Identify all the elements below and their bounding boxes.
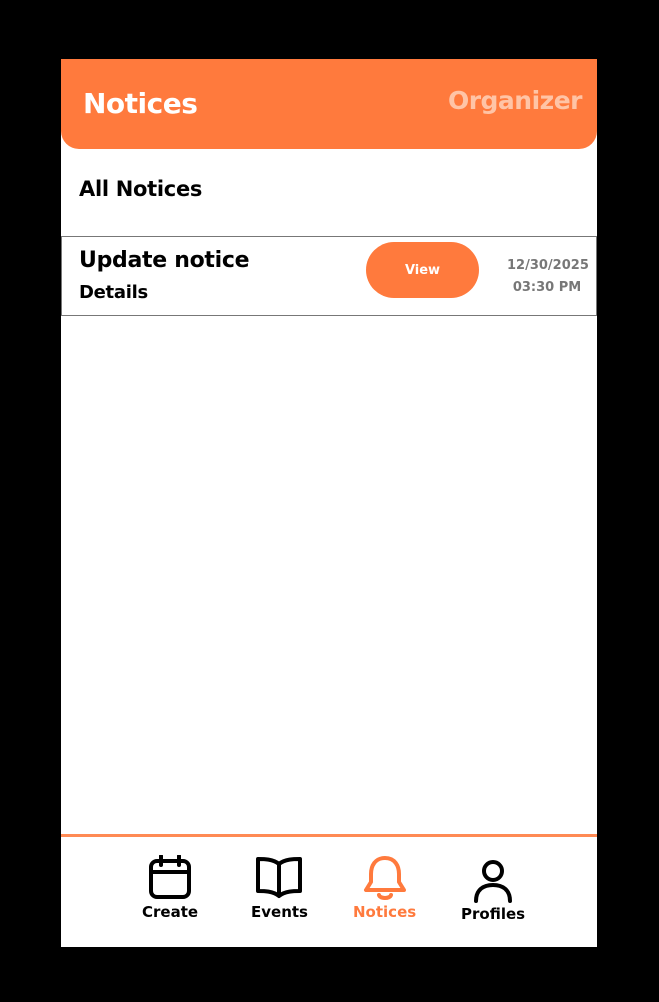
notice-title: Update notice	[79, 248, 250, 273]
section-title: All Notices	[79, 177, 203, 201]
book-icon	[256, 857, 303, 898]
notice-date: 12/30/2025	[507, 258, 589, 273]
calendar-icon	[149, 855, 192, 899]
role-label: Organizer	[447, 86, 583, 115]
nav-label-profiles: Profiles	[461, 905, 526, 923]
nav-divider	[61, 834, 597, 837]
nav-label-notices: Notices	[353, 903, 417, 921]
notice-card[interactable]: Update notice Details View 12/30/2025 03…	[61, 236, 597, 316]
bell-icon	[363, 856, 406, 900]
nav-item-events[interactable]: Events	[251, 855, 308, 921]
view-button[interactable]: View	[366, 242, 479, 298]
page-title: Notices	[83, 87, 198, 120]
nav-item-notices[interactable]: Notices	[353, 855, 416, 921]
app-screen: Notices Organizer All Notices Update not…	[61, 59, 597, 947]
nav-label-create: Create	[142, 903, 199, 921]
notice-time: 03:30 PM	[512, 280, 582, 295]
user-icon	[474, 860, 513, 903]
nav-item-profiles[interactable]: Profiles	[461, 859, 525, 923]
nav-item-create[interactable]: Create	[142, 855, 198, 921]
app-header: Notices Organizer	[61, 59, 597, 149]
nav-label-events: Events	[251, 903, 308, 921]
notice-subtitle: Details	[79, 282, 148, 303]
